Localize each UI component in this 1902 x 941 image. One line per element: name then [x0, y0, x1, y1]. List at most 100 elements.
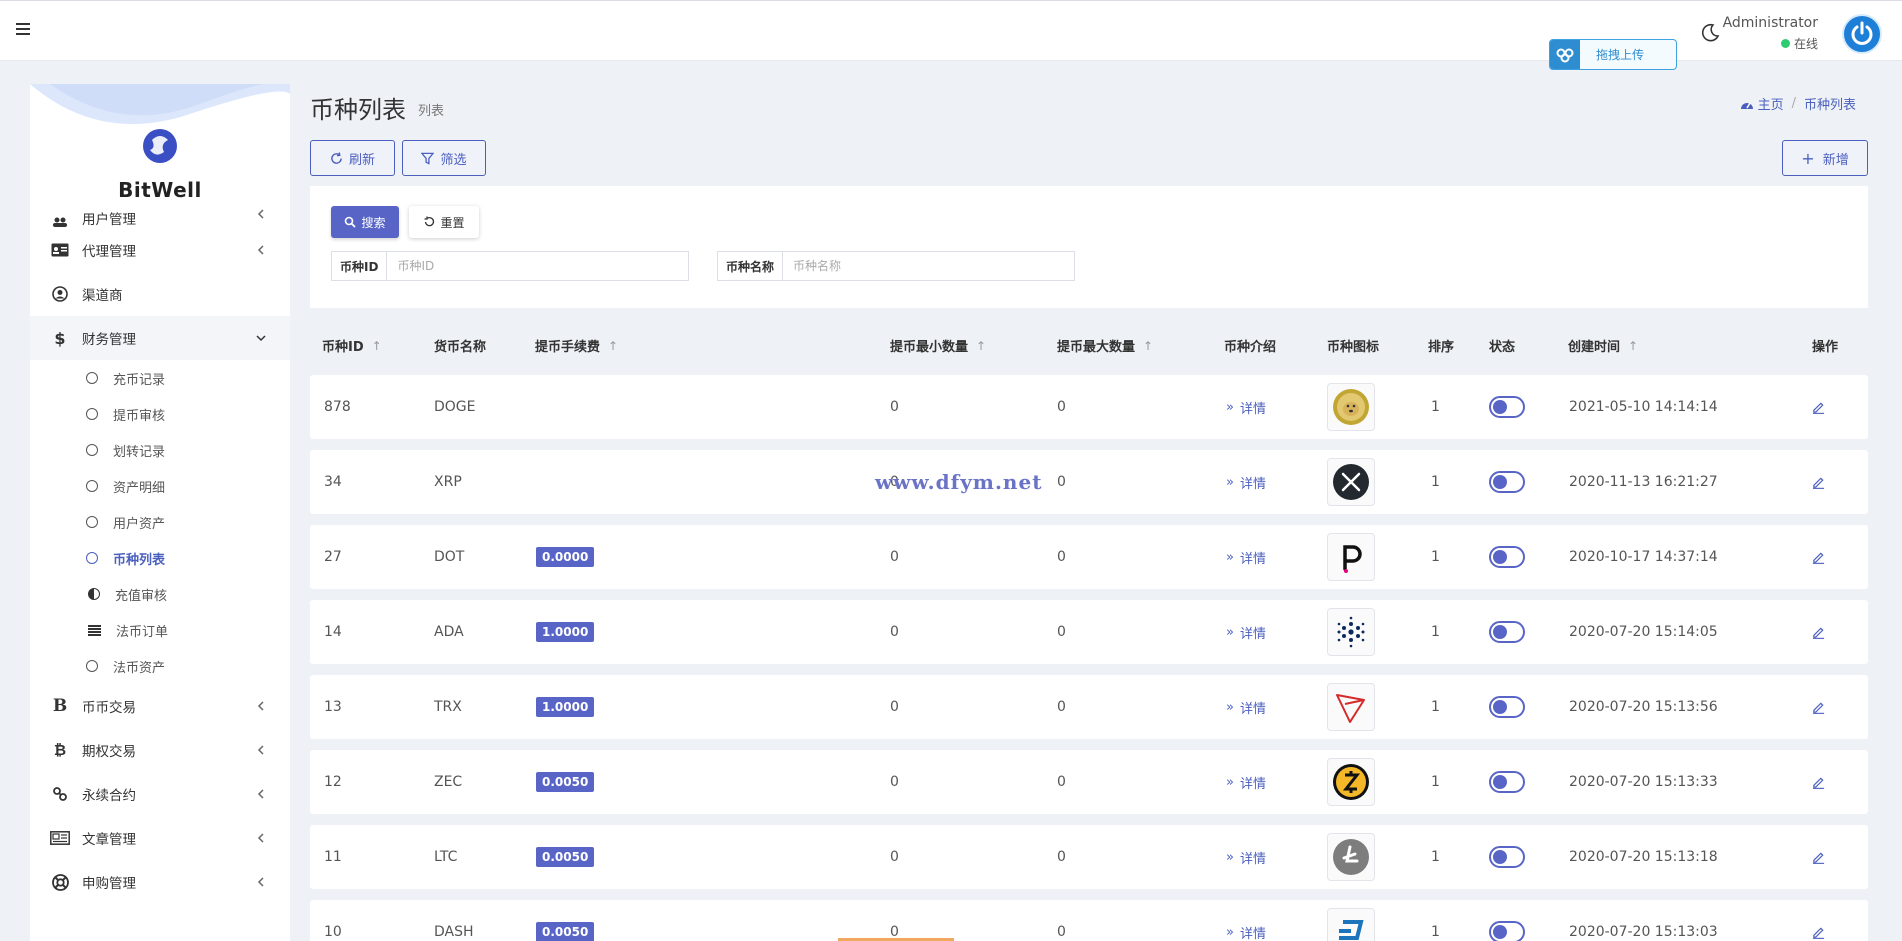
admin-name: Administrator: [1722, 15, 1818, 31]
edit-icon[interactable]: [1812, 926, 1825, 939]
sidebar-item-user-management[interactable]: 用户管理: [30, 202, 290, 228]
edit-icon[interactable]: [1812, 851, 1825, 864]
cell-min-qty: 0: [890, 399, 899, 415]
circle-icon: [86, 480, 98, 492]
cell-id: 34: [324, 474, 342, 490]
filter-button[interactable]: 筛选: [402, 140, 486, 176]
brand-name: BitWell: [118, 178, 202, 202]
sidebar-sub-transfer-records[interactable]: 划转记录: [30, 432, 290, 468]
breadcrumb: 主页 / 币种列表: [1740, 94, 1856, 113]
admin-status: 在线: [1780, 35, 1818, 52]
chevron-left-icon: [257, 789, 264, 799]
edit-icon[interactable]: [1812, 776, 1825, 789]
column-header-fee[interactable]: 提币手续费 ↑: [535, 336, 619, 356]
edit-icon[interactable]: [1812, 626, 1825, 639]
cell-min-qty: 0: [890, 624, 899, 640]
detail-link[interactable]: » 详情: [1226, 923, 1266, 941]
fee-badge: 0.0050: [536, 922, 595, 941]
toggle-knob: [1493, 775, 1507, 789]
menu-toggle-icon[interactable]: [16, 23, 30, 35]
status-toggle[interactable]: [1489, 546, 1525, 568]
cell-icon: [1327, 825, 1375, 889]
detail-link[interactable]: » 详情: [1226, 698, 1266, 717]
cell-action: [1812, 450, 1825, 514]
detail-link[interactable]: » 详情: [1226, 548, 1266, 567]
cell-icon: [1327, 675, 1375, 739]
column-header-id[interactable]: 币种ID ↑: [322, 336, 382, 356]
detail-link[interactable]: » 详情: [1226, 473, 1266, 492]
sidebar-sub-deposit-records[interactable]: 充币记录: [30, 360, 290, 396]
sidebar-sub-asset-details[interactable]: 资产明细: [30, 468, 290, 504]
toggle-knob: [1493, 400, 1507, 414]
status-toggle[interactable]: [1489, 696, 1525, 718]
sidebar-item-label: 币币交易: [82, 700, 136, 716]
column-header-max-qty[interactable]: 提币最大数量 ↑: [1057, 336, 1153, 356]
sidebar-item-subscription-management[interactable]: 申购管理: [30, 860, 290, 904]
avatar[interactable]: [1842, 14, 1882, 54]
sidebar-item-spot-trading[interactable]: B 币币交易: [30, 684, 290, 728]
sub-item-label: 资产明细: [113, 480, 166, 496]
moon-icon[interactable]: [1700, 23, 1720, 43]
cell-sort: 1: [1431, 624, 1440, 640]
reset-button[interactable]: 重置: [409, 206, 479, 238]
cell-name: DOGE: [434, 399, 476, 415]
add-button[interactable]: + 新增: [1782, 140, 1868, 176]
cell-intro: » 详情: [1226, 375, 1266, 439]
toggle-knob: [1493, 700, 1507, 714]
sidebar-sub-fiat-assets[interactable]: 法币资产: [30, 648, 290, 684]
edit-icon[interactable]: [1812, 476, 1825, 489]
refresh-button[interactable]: 刷新: [310, 140, 395, 176]
cell-max-qty: 0: [1057, 924, 1066, 940]
sidebar-item-options-trading[interactable]: ₿ 期权交易: [30, 728, 290, 772]
status-toggle[interactable]: [1489, 771, 1525, 793]
cell-name: ADA: [434, 624, 464, 640]
edit-icon[interactable]: [1812, 701, 1825, 714]
status-toggle[interactable]: [1489, 396, 1525, 418]
sidebar-item-article-management[interactable]: 文章管理: [30, 816, 290, 860]
sidebar-item-channel[interactable]: 渠道商: [30, 272, 290, 316]
cell-intro: » 详情: [1226, 450, 1266, 514]
column-header-label: 提币最小数量: [890, 340, 969, 355]
sidebar-item-perpetual-contract[interactable]: 永续合约: [30, 772, 290, 816]
sidebar-item-agent-management[interactable]: 代理管理: [30, 228, 290, 272]
search-button[interactable]: 搜索: [331, 206, 399, 238]
column-header-created[interactable]: 创建时间 ↑: [1568, 336, 1638, 356]
column-header-label: 创建时间: [1568, 340, 1621, 355]
sidebar-sub-fiat-orders[interactable]: 法币订单: [30, 612, 290, 648]
sidebar-item-finance[interactable]: $ 财务管理: [30, 316, 290, 360]
sort-up-icon: ↑: [371, 338, 382, 353]
cell-icon: [1327, 525, 1375, 589]
status-toggle[interactable]: [1489, 621, 1525, 643]
sidebar-sub-withdraw-review[interactable]: 提币审核: [30, 396, 290, 432]
status-toggle[interactable]: [1489, 921, 1525, 941]
user-circle-icon: [50, 286, 70, 302]
cell-name: DASH: [434, 924, 474, 940]
drag-upload-button[interactable]: 拖拽上传: [1549, 39, 1677, 70]
detail-link[interactable]: » 详情: [1226, 623, 1266, 642]
detail-link[interactable]: » 详情: [1226, 773, 1266, 792]
status-toggle[interactable]: [1489, 471, 1525, 493]
sidebar-sub-coin-list[interactable]: 币种列表: [30, 540, 290, 576]
cell-created: 2020-07-20 15:13:18: [1569, 849, 1718, 865]
column-header-status: 状态: [1489, 336, 1515, 355]
detail-link[interactable]: » 详情: [1226, 848, 1266, 867]
list-lines-icon: [88, 624, 101, 636]
column-header-label: 货币名称: [434, 340, 487, 355]
edit-icon[interactable]: [1812, 401, 1825, 414]
edit-icon[interactable]: [1812, 551, 1825, 564]
chevron-left-icon: [257, 833, 264, 843]
sidebar-sub-user-assets[interactable]: 用户资产: [30, 504, 290, 540]
detail-label: 详情: [1239, 551, 1266, 567]
cell-sort: 1: [1431, 774, 1440, 790]
column-header-min-qty[interactable]: 提币最小数量 ↑: [890, 336, 986, 356]
sidebar-sub-recharge-review[interactable]: 充值审核: [30, 576, 290, 612]
sort-up-icon: ↑: [608, 338, 619, 353]
doge-coin-icon: [1327, 383, 1375, 431]
coin-id-input[interactable]: [387, 252, 688, 280]
cell-name: ZEC: [434, 774, 463, 790]
cell-created: 2020-07-20 15:13:56: [1569, 699, 1718, 715]
detail-link[interactable]: » 详情: [1226, 398, 1266, 417]
breadcrumb-home[interactable]: 主页: [1758, 94, 1784, 113]
status-toggle[interactable]: [1489, 846, 1525, 868]
coin-name-input[interactable]: [783, 252, 1074, 280]
